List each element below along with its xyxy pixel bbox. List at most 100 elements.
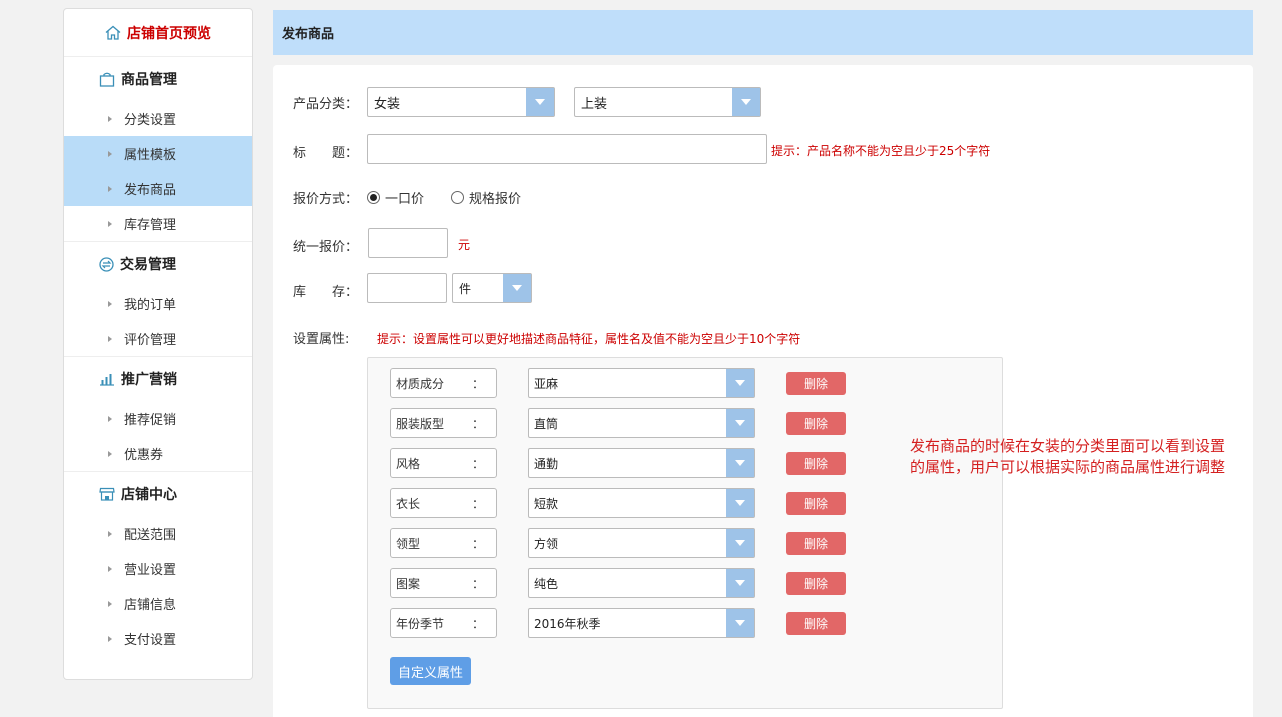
category-primary-select[interactable]: 女装 [367,87,555,117]
chevron-down-icon[interactable] [726,369,754,397]
home-icon [105,25,121,40]
title-input[interactable] [367,134,767,164]
sidebar-item-attribute-template[interactable]: 属性模板 [64,136,252,171]
bar-chart-icon [99,372,115,386]
attribute-name-field[interactable]: 领型 ： [390,528,497,558]
sidebar-item-label: 支付设置 [124,633,177,648]
attribute-value: 通勤 [534,456,559,471]
attribute-name-field[interactable]: 图案 ： [390,568,497,598]
sidebar-item-delivery-range[interactable]: 配送范围 [64,516,252,551]
caret-right-icon [108,530,112,537]
sidebar-item-inventory[interactable]: 库存管理 [64,206,252,241]
unified-price-label: 统一报价： [293,240,359,255]
sidebar-item-recommend-promotion[interactable]: 推荐促销 [64,401,252,436]
attribute-name: 图案 [396,576,421,591]
sidebar-item-label: 我的订单 [124,298,177,313]
page-title-bar: 发布商品 [273,10,1253,55]
category-secondary-value: 上装 [581,96,608,112]
sidebar-item-reviews[interactable]: 评价管理 [64,321,252,356]
attribute-name-field[interactable]: 衣长 ： [390,488,497,518]
sidebar: 店铺首页预览 商品管理 分类设置 属性模板 发布商品 库存管理 交易管理 我的订… [63,8,253,680]
attribute-name-field[interactable]: 风格 ： [390,448,497,478]
sidebar-item-payment-settings[interactable]: 支付设置 [64,621,252,656]
attribute-colon: ： [471,576,484,591]
chevron-down-icon[interactable] [503,274,531,302]
section-shop-center[interactable]: 店铺中心 [64,472,252,516]
caret-right-icon [108,565,112,572]
shop-home-preview-link[interactable]: 店铺首页预览 [64,9,252,57]
section-title: 推广营销 [121,372,177,388]
price-mode-spec-radio[interactable]: 规格报价 [451,188,521,207]
sidebar-item-label: 营业设置 [124,563,177,578]
attribute-name: 领型 [396,536,421,551]
chevron-down-icon[interactable] [732,88,760,116]
chevron-down-icon[interactable] [726,449,754,477]
sidebar-item-coupons[interactable]: 优惠券 [64,436,252,471]
delete-attribute-button[interactable]: 删除 [786,532,846,555]
price-unit: 元 [458,238,471,252]
stock-unit-select[interactable]: 件 [452,273,532,303]
caret-right-icon [108,150,112,157]
chevron-down-icon[interactable] [726,529,754,557]
section-title: 店铺中心 [121,487,177,503]
sidebar-item-my-orders[interactable]: 我的订单 [64,286,252,321]
attribute-row: 图案 ： 纯色 删除 [390,568,850,598]
sidebar-item-shop-info[interactable]: 店铺信息 [64,586,252,621]
section-trade-management[interactable]: 交易管理 [64,242,252,286]
category-secondary-select[interactable]: 上装 [574,87,761,117]
sidebar-item-label: 配送范围 [124,528,177,543]
caret-right-icon [108,335,112,342]
attribute-value-select[interactable]: 2016年秋季 [528,608,755,638]
delete-attribute-button[interactable]: 删除 [786,412,846,435]
delete-attribute-button[interactable]: 删除 [786,492,846,515]
attribute-name: 材质成分 [396,376,445,391]
attribute-value: 纯色 [534,576,559,591]
delete-attribute-button[interactable]: 删除 [786,612,846,635]
caret-right-icon [108,185,112,192]
section-title: 商品管理 [121,72,177,88]
chevron-down-icon[interactable] [726,609,754,637]
stock-input[interactable] [367,273,447,303]
price-mode-fixed-radio[interactable]: 一口价 [367,188,424,207]
attribute-row: 领型 ： 方领 删除 [390,528,850,558]
publish-form-panel: 产品分类： 女装 上装 标 题： 提示：产品名称不能为空且少于25个字符 报价方… [273,65,1253,717]
chevron-down-icon[interactable] [726,569,754,597]
attributes-box: 材质成分 ： 亚麻 删除 服装版型 ： 直筒 删除 风格 ： 通勤 删除 衣长 ： 短款… [367,357,1003,709]
price-mode-option-label: 一口价 [385,192,425,207]
page-title: 发布商品 [282,27,335,42]
sidebar-item-label: 库存管理 [124,218,177,233]
attribute-value-select[interactable]: 亚麻 [528,368,755,398]
bag-icon [99,72,115,87]
sidebar-item-category-settings[interactable]: 分类设置 [64,101,252,136]
stock-label: 库 存： [293,285,359,300]
sidebar-item-business-settings[interactable]: 营业设置 [64,551,252,586]
caret-right-icon [108,220,112,227]
radio-unchecked-icon[interactable] [451,191,464,204]
chevron-down-icon[interactable] [726,489,754,517]
sidebar-item-label: 优惠券 [124,448,164,463]
delete-attribute-button[interactable]: 删除 [786,452,846,475]
attribute-value-select[interactable]: 方领 [528,528,755,558]
section-goods-management[interactable]: 商品管理 [64,57,252,101]
sidebar-item-label: 发布商品 [124,183,177,198]
attribute-row: 服装版型 ： 直筒 删除 [390,408,850,438]
attribute-value-select[interactable]: 纯色 [528,568,755,598]
caret-right-icon [108,600,112,607]
delete-attribute-button[interactable]: 删除 [786,372,846,395]
attribute-name-field[interactable]: 服装版型 ： [390,408,497,438]
chevron-down-icon[interactable] [726,409,754,437]
sidebar-item-publish-goods[interactable]: 发布商品 [64,171,252,206]
attribute-value-select[interactable]: 短款 [528,488,755,518]
attribute-value-select[interactable]: 通勤 [528,448,755,478]
radio-checked-icon[interactable] [367,191,380,204]
attribute-value-select[interactable]: 直筒 [528,408,755,438]
custom-attribute-button[interactable]: 自定义属性 [390,657,471,685]
section-promotion-marketing[interactable]: 推广营销 [64,357,252,401]
attribute-name-field[interactable]: 材质成分 ： [390,368,497,398]
unified-price-input[interactable] [368,228,448,258]
attribute-name-field[interactable]: 年份季节 ： [390,608,497,638]
delete-attribute-button[interactable]: 删除 [786,572,846,595]
attribute-colon: ： [471,376,484,391]
chevron-down-icon[interactable] [526,88,554,116]
attribute-value: 亚麻 [534,376,559,391]
